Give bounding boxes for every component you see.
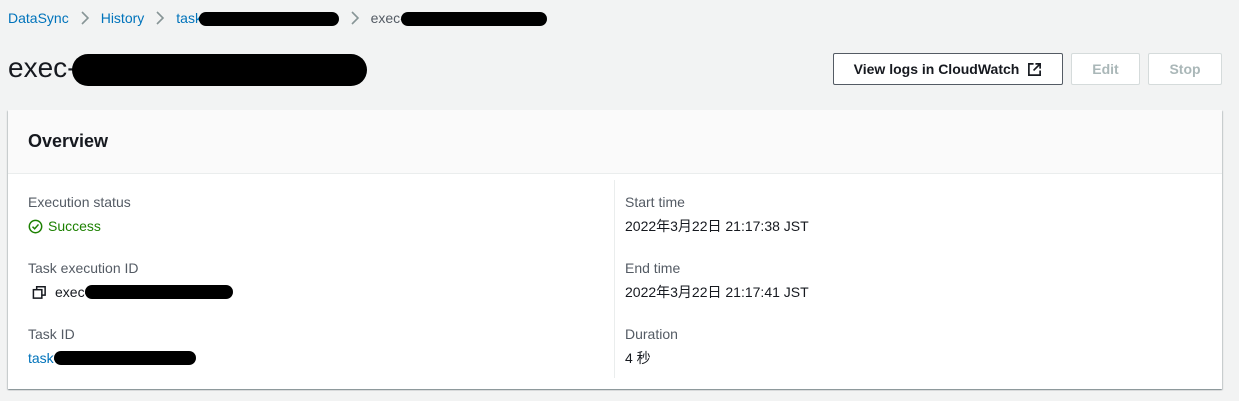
task-execution-id-field: Task execution ID exec-	[28, 258, 608, 302]
redaction-mark	[85, 285, 234, 299]
start-time-value: 2022年3月22日 21:17:38 JST	[625, 218, 809, 234]
column-divider	[614, 180, 615, 378]
view-logs-label: View logs in CloudWatch	[853, 61, 1020, 77]
stop-button[interactable]: Stop	[1148, 53, 1222, 85]
breadcrumb-task[interactable]: task-	[176, 10, 339, 27]
breadcrumb-history[interactable]: History	[101, 10, 145, 26]
task-execution-id-text: exec-	[55, 284, 90, 300]
redaction-mark	[54, 351, 197, 365]
copy-icon[interactable]	[32, 285, 47, 300]
execution-status-field: Execution status Success	[28, 192, 608, 236]
duration-field: Duration 4 秒	[625, 324, 1205, 368]
end-time-field: End time 2022年3月22日 21:17:41 JST	[625, 258, 1205, 302]
task-execution-id-label: Task execution ID	[28, 260, 139, 276]
start-time-field: Start time 2022年3月22日 21:17:38 JST	[625, 192, 1205, 236]
breadcrumb-datasync[interactable]: DataSync	[8, 10, 69, 26]
overview-body: Execution status Success Task execution …	[8, 174, 1222, 389]
page-header: exec-	[8, 50, 368, 86]
chevron-right-icon	[148, 8, 172, 28]
redaction-mark	[400, 12, 547, 27]
breadcrumb-execution-label: exec-	[370, 9, 405, 26]
page-title: exec-	[8, 50, 368, 86]
redaction-mark	[198, 12, 339, 27]
overview-title: Overview	[28, 131, 109, 151]
chevron-right-icon	[343, 8, 367, 28]
overview-card: Overview Execution status Success Task e…	[8, 110, 1222, 389]
header-actions: View logs in CloudWatch Edit Stop	[833, 53, 1222, 85]
overview-header: Overview	[8, 110, 1222, 174]
start-time-label: Start time	[625, 194, 685, 210]
page-title-text: exec-	[8, 52, 77, 83]
execution-status-text: Success	[48, 218, 101, 234]
execution-status-value: Success	[28, 216, 608, 236]
chevron-right-icon	[73, 8, 97, 28]
breadcrumb-execution: exec-	[370, 9, 547, 27]
duration-value: 4 秒	[625, 350, 651, 366]
task-id-field: Task ID task-	[28, 324, 608, 368]
task-id-value: task-	[28, 348, 608, 368]
task-id-label: Task ID	[28, 326, 75, 342]
redaction-mark	[72, 53, 368, 86]
edit-button[interactable]: Edit	[1071, 53, 1140, 85]
end-time-value: 2022年3月22日 21:17:41 JST	[625, 284, 809, 300]
external-link-icon	[1027, 62, 1042, 77]
duration-label: Duration	[625, 326, 678, 342]
task-execution-id-value: exec-	[28, 282, 608, 302]
end-time-label: End time	[625, 260, 681, 276]
breadcrumb: DataSync History task- exec-	[8, 8, 547, 28]
execution-status-label: Execution status	[28, 194, 131, 210]
view-logs-button[interactable]: View logs in CloudWatch	[833, 53, 1063, 85]
status-success-icon	[28, 219, 43, 234]
